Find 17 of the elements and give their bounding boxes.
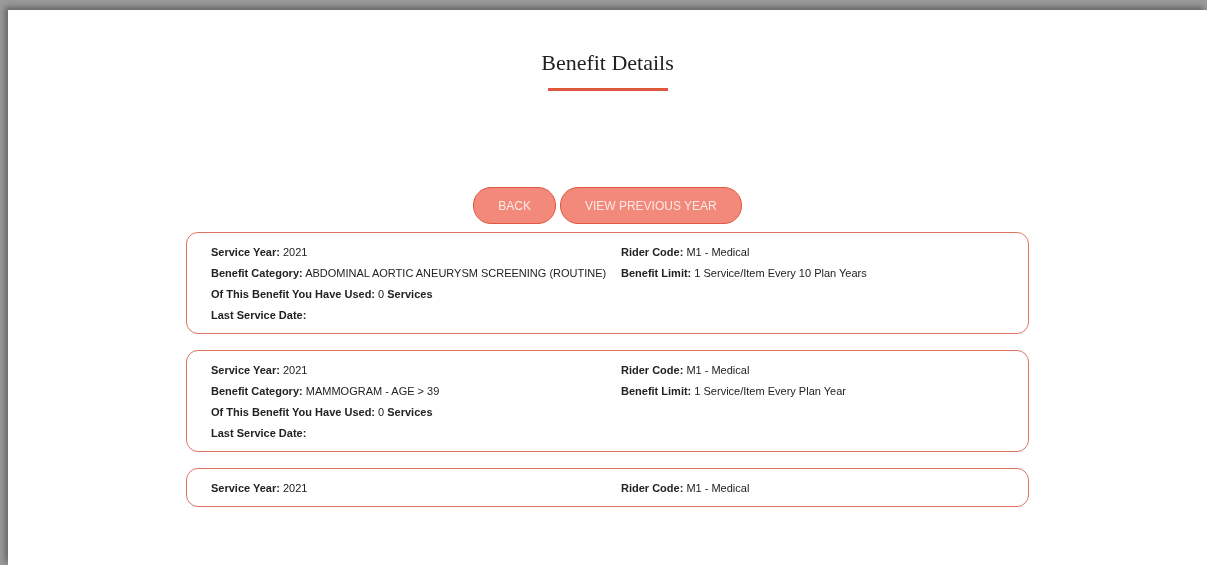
page-title: Benefit Details <box>541 50 674 76</box>
benefit-field: Benefit Limit: 1 Service/Item Every Plan Year <box>621 384 1004 399</box>
back-button[interactable]: BACK <box>473 187 556 224</box>
benefit-field: Last Service Date: <box>211 426 621 441</box>
benefit-field: Of This Benefit You Have Used: 0 Services <box>211 287 621 302</box>
benefit-field: Benefit Category: ABDOMINAL AORTIC ANEURYSM SCREENING (ROUTINE) <box>211 266 621 281</box>
benefit-field: Last Service Date: <box>211 308 621 323</box>
benefit-field: Rider Code: M1 - Medical <box>621 363 1004 378</box>
benefit-field: Benefit Limit: 1 Service/Item Every 10 Plan Years <box>621 266 1004 281</box>
benefit-field: Service Year: 2021 <box>211 481 621 496</box>
previous-year-button[interactable]: VIEW PREVIOUS YEAR <box>559 187 742 224</box>
benefit-field: Service Year: 2021 <box>211 245 621 260</box>
benefit-field: Service Year: 2021 <box>211 363 621 378</box>
benefit-field: Of This Benefit You Have Used: 0 Services <box>211 405 621 420</box>
benefit-field: Rider Code: M1 - Medical <box>621 245 1004 260</box>
benefit-field: Benefit Category: MAMMOGRAM - AGE > 39 <box>211 384 621 399</box>
benefit-field: Rider Code: M1 - Medical <box>621 481 1004 496</box>
